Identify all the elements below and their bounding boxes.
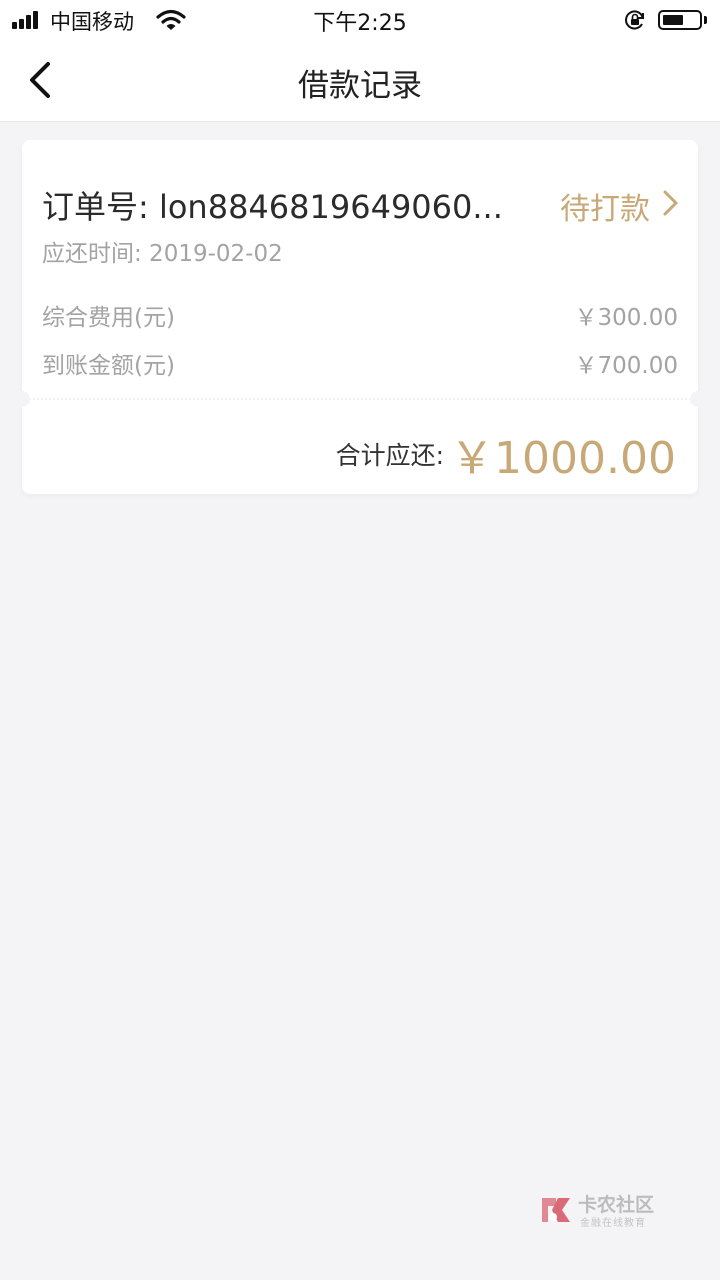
status-label: 待打款 [560, 192, 650, 227]
card-notch-right [690, 391, 706, 407]
battery-icon [658, 10, 702, 30]
total-value: ￥1000.00 [450, 433, 676, 484]
loan-record-card[interactable]: 订单号: lon8846819649060... 待打款 应还时间: 2019-… [14, 140, 706, 494]
status-bar: 中国移动 下午2:25 [0, 0, 720, 40]
status-link[interactable]: 待打款 [540, 184, 680, 227]
fee-row-received: 到账金额(元) ￥700.00 [42, 346, 678, 379]
fee-value: ￥700.00 [574, 353, 678, 379]
page-title: 借款记录 [298, 68, 422, 104]
watermark-logo-icon [542, 1198, 570, 1222]
fee-label: 到账金额(元) [42, 353, 175, 379]
due-date: 应还时间: 2019-02-02 [42, 241, 283, 267]
orientation-lock-icon [625, 10, 644, 30]
status-time: 下午2:25 [313, 11, 407, 36]
watermark-subtitle: 金融在线教育 [580, 1218, 646, 1229]
nav-bar: 借款记录 [0, 40, 720, 122]
battery-tip [704, 16, 707, 24]
order-number: 订单号: lon8846819649060... [42, 188, 503, 226]
total-row: 合计应还: ￥1000.00 [316, 422, 676, 484]
chevron-right-icon [663, 190, 678, 216]
total-label: 合计应还: [335, 441, 444, 470]
watermark-title: 卡农社区 [578, 1194, 655, 1216]
watermark: 卡农社区 金融在线教育 [538, 1190, 668, 1234]
card-notch-left [14, 391, 30, 407]
fee-row-comprehensive: 综合费用(元) ￥300.00 [42, 298, 678, 331]
fee-value: ￥300.00 [574, 305, 678, 331]
fee-label: 综合费用(元) [42, 305, 175, 331]
card-divider [22, 398, 698, 400]
